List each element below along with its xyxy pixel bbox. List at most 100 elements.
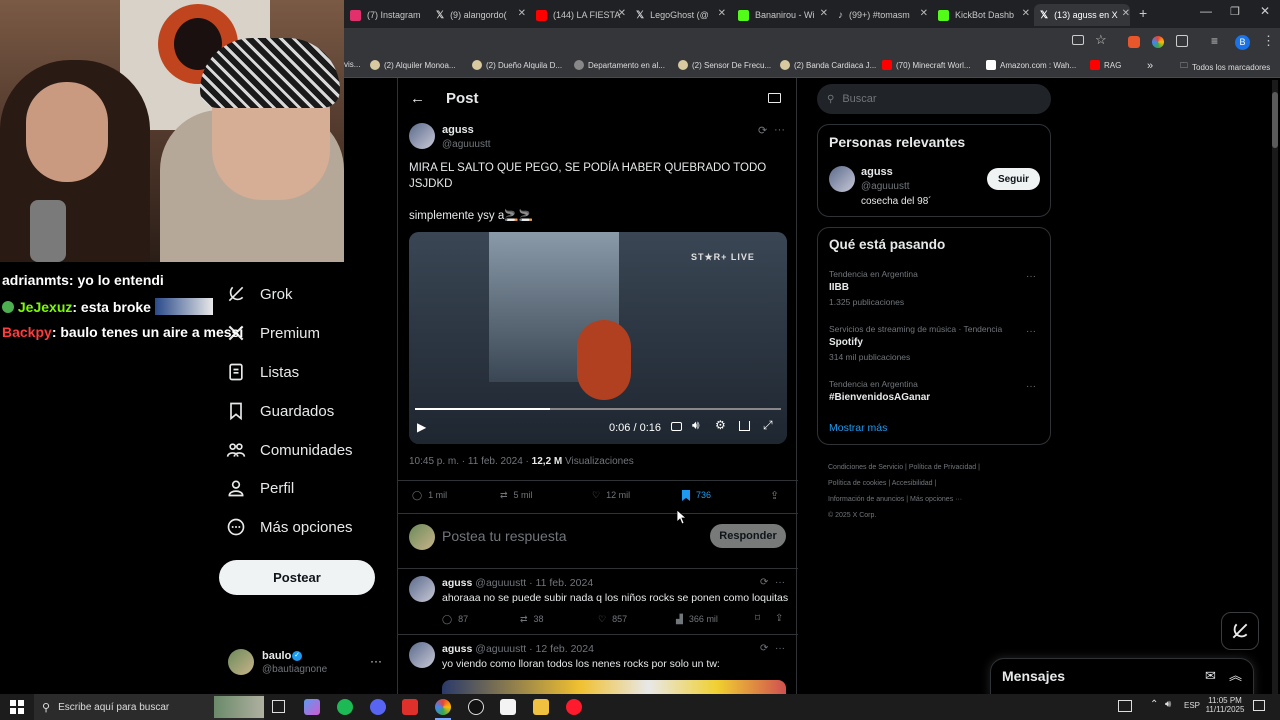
- bookmark-item[interactable]: (2) Banda Cardiaca J...: [780, 60, 876, 70]
- page-scrollbar[interactable]: [1272, 80, 1278, 694]
- close-tab-icon[interactable]: ✕: [1122, 8, 1130, 19]
- opera-icon[interactable]: [566, 699, 582, 715]
- notification-icon[interactable]: [1253, 700, 1265, 711]
- more-dots-icon[interactable]: ···: [1026, 271, 1036, 282]
- more-dots-icon[interactable]: ···: [775, 577, 785, 588]
- bookmark-item[interactable]: Departamento en al...: [574, 60, 665, 70]
- extensions-puzzle-icon[interactable]: [1176, 35, 1188, 47]
- copilot-icon[interactable]: [304, 699, 320, 715]
- close-tab-icon[interactable]: ✕: [718, 8, 726, 19]
- bookmark-item[interactable]: RAG: [1090, 60, 1121, 70]
- spotify-icon[interactable]: [337, 699, 353, 715]
- footer-link[interactable]: Más opciones ···: [910, 496, 962, 503]
- repost-button[interactable]: ⇄ 38: [520, 614, 544, 625]
- relevant-handle[interactable]: @aguuustt: [861, 181, 910, 192]
- media-control-icon[interactable]: ≡: [1211, 34, 1218, 48]
- all-bookmarks-folder[interactable]: 🗀 Todos los marcadores: [1180, 60, 1270, 74]
- task-view-icon[interactable]: [272, 700, 285, 713]
- author-handle[interactable]: @aguuustt: [442, 139, 491, 150]
- scrollbar-thumb[interactable]: [1272, 92, 1278, 148]
- reader-view-icon[interactable]: [768, 93, 781, 103]
- close-tab-icon[interactable]: ✕: [1022, 8, 1030, 19]
- trend-topic[interactable]: IIBB: [829, 282, 849, 293]
- nav-grok[interactable]: Grok: [226, 284, 293, 304]
- avatar[interactable]: [829, 166, 855, 192]
- show-more-link[interactable]: Mostrar más: [829, 422, 887, 434]
- close-tab-icon[interactable]: ✕: [518, 8, 526, 19]
- nav-more-options[interactable]: Más opciones: [226, 517, 353, 537]
- close-tab-icon[interactable]: ✕: [920, 8, 928, 19]
- post-timestamp[interactable]: 10:45 p. m. · 11 feb. 2024 ·: [409, 456, 529, 467]
- video-player[interactable]: ST★R+ LIVE ▶ 0:06 / 0:16 🔊︎ ⚙ ⤢: [409, 232, 787, 444]
- reply-author-name[interactable]: aguss: [442, 643, 472, 655]
- mixer-app-icon[interactable]: [402, 699, 418, 715]
- reply-input[interactable]: Postea tu respuesta: [442, 528, 567, 544]
- extension-icon[interactable]: [1152, 36, 1164, 48]
- bookmark-item[interactable]: (2) Dueño Alquila D...: [472, 60, 562, 70]
- volume-icon[interactable]: 🔊︎: [1165, 699, 1171, 710]
- star-bookmark-icon[interactable]: ☆: [1095, 32, 1107, 48]
- tab-youtube[interactable]: (144) LA FIESTA ✕: [536, 4, 626, 26]
- author-name[interactable]: aguss: [442, 124, 474, 136]
- bookmark-item[interactable]: (70) Minecraft Worl...: [882, 60, 971, 70]
- footer-link[interactable]: Política de Privacidad: [909, 464, 976, 471]
- reply-submit-button[interactable]: Responder: [710, 524, 786, 548]
- tab-aguss-active[interactable]: 𝕏 (13) aguss en X ✕: [1034, 4, 1130, 26]
- avatar[interactable]: [409, 642, 435, 668]
- volume-icon[interactable]: 🔊︎: [692, 418, 700, 433]
- settings-gear-icon[interactable]: ⚙: [715, 418, 726, 432]
- video-progress-track[interactable]: [415, 408, 781, 410]
- reply-button[interactable]: ◯ 1 mil: [412, 490, 447, 501]
- avatar[interactable]: [409, 123, 435, 149]
- app-icon[interactable]: [500, 699, 516, 715]
- share-icon[interactable]: ⇪: [775, 613, 783, 624]
- more-dots-icon[interactable]: ···: [1026, 326, 1036, 337]
- new-tab-button[interactable]: +: [1139, 5, 1147, 21]
- avatar[interactable]: [409, 576, 435, 602]
- expand-chevron-icon[interactable]: ︽: [1229, 665, 1242, 684]
- maximize-button[interactable]: ❐: [1230, 5, 1240, 18]
- more-dots-icon[interactable]: ···: [370, 654, 382, 668]
- extension-icon[interactable]: [1128, 36, 1140, 48]
- tab-kickbot[interactable]: KickBot Dashb ✕: [938, 4, 1030, 26]
- bookmark-item[interactable]: (2) Sensor De Frecu...: [678, 60, 771, 70]
- language-indicator[interactable]: ESP: [1184, 701, 1200, 710]
- footer-link[interactable]: Información de anuncios: [828, 496, 904, 503]
- more-bookmarks-icon[interactable]: »: [1147, 60, 1153, 72]
- minimize-button[interactable]: —: [1200, 4, 1212, 18]
- clock[interactable]: 11:05 PM 11/11/2025: [1205, 696, 1245, 714]
- account-switcher[interactable]: baulo ✓ @bautiagnone ···: [226, 649, 386, 679]
- keyboard-icon[interactable]: [1118, 700, 1132, 712]
- windows-start-icon[interactable]: [10, 700, 24, 714]
- trend-topic[interactable]: #BienvenidosAGanar: [829, 392, 930, 403]
- repost-button[interactable]: ⇄ 5 mil: [500, 490, 533, 501]
- reply-handle-date[interactable]: @aguuustt · 11 feb. 2024: [475, 577, 593, 589]
- taskbar-search-input[interactable]: ⚲ Escribe aquí para buscar: [34, 694, 264, 720]
- close-tab-icon[interactable]: ✕: [618, 8, 626, 19]
- reply-handle-date[interactable]: @aguuustt · 12 feb. 2024: [475, 643, 594, 655]
- file-explorer-icon[interactable]: [533, 699, 549, 715]
- tab-legoghost[interactable]: 𝕏 LegoGhost (@ ✕: [636, 4, 726, 26]
- bookmark-icon[interactable]: ⌑: [755, 613, 760, 624]
- tab-bananirou[interactable]: Bananirou - Wi ✕: [738, 4, 828, 26]
- like-button[interactable]: ♡ 12 mil: [592, 490, 630, 501]
- footer-link[interactable]: Condiciones de Servicio: [828, 464, 903, 471]
- views-button[interactable]: ▟ 366 mil: [676, 614, 718, 625]
- messages-drawer[interactable]: Mensajes ✉ ︽: [990, 658, 1254, 698]
- reply-button[interactable]: ◯ 87: [442, 614, 468, 625]
- like-button[interactable]: ♡ 857: [598, 614, 627, 625]
- chrome-icon[interactable]: [435, 699, 451, 715]
- close-tab-icon[interactable]: ✕: [820, 8, 828, 19]
- play-icon[interactable]: ▶: [417, 420, 426, 434]
- new-message-icon[interactable]: ✉: [1205, 668, 1216, 684]
- nav-lists[interactable]: Listas: [226, 362, 299, 382]
- follow-button[interactable]: Seguir: [987, 168, 1040, 190]
- nav-profile[interactable]: Perfil: [226, 478, 294, 498]
- nav-bookmarks[interactable]: Guardados: [226, 401, 334, 421]
- tab-tiktok[interactable]: ♪ (99+) #tomasm ✕: [838, 4, 928, 26]
- nav-communities[interactable]: Comunidades: [226, 440, 353, 460]
- footer-link[interactable]: Política de cookies: [828, 480, 886, 487]
- cast-icon[interactable]: [1072, 35, 1084, 45]
- obs-icon[interactable]: [468, 699, 484, 715]
- captions-icon[interactable]: [671, 422, 682, 431]
